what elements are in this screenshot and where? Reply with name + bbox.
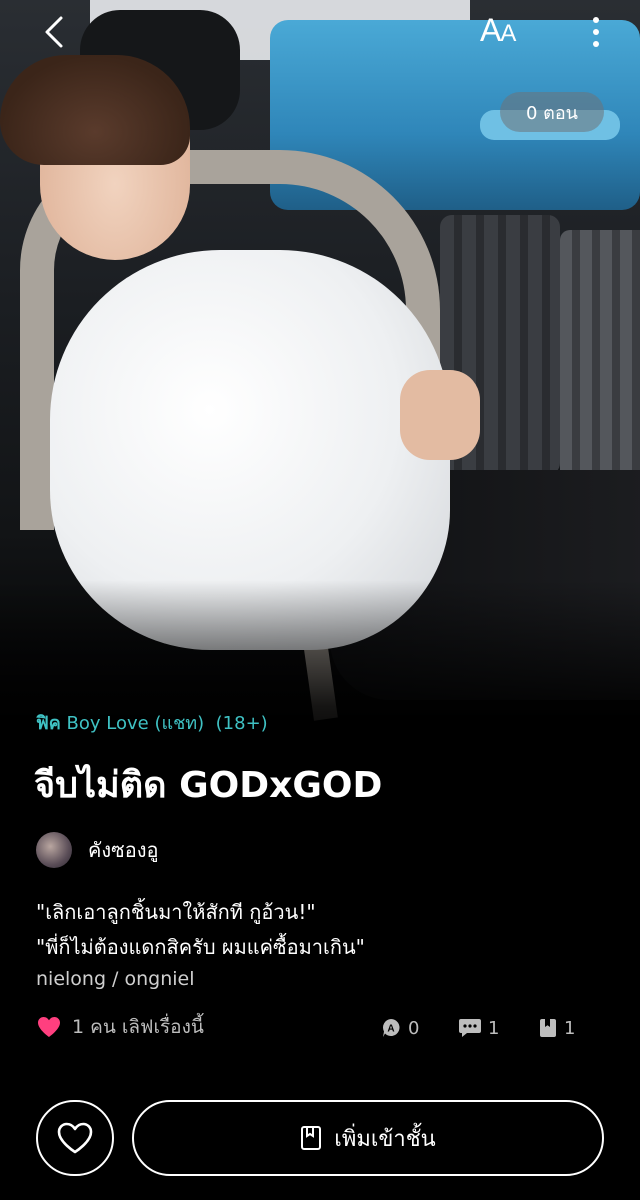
author-row[interactable]: คังซองอู <box>36 830 159 870</box>
back-button[interactable] <box>34 12 74 52</box>
svg-text:A: A <box>387 1024 394 1035</box>
font-size-label-big: A <box>480 12 501 48</box>
avatar[interactable] <box>36 832 72 868</box>
more-options-button[interactable] <box>584 12 608 52</box>
comment-stat: 1 <box>458 1012 499 1044</box>
episode-count-badge[interactable]: 0 ตอน <box>500 92 604 132</box>
chevron-left-icon <box>45 16 63 48</box>
comment-icon <box>459 1019 481 1037</box>
rating-label: (18+) <box>215 713 268 734</box>
add-to-shelf-button[interactable]: เพิ่มเข้าชั้น <box>132 1100 604 1176</box>
more-dot-icon <box>593 41 599 47</box>
bookmark-outline-icon <box>301 1126 322 1150</box>
synopsis-line-2: "พี่ก็ไม่ต้องแดกสิครับ ผมแค่ซื้อมาเกิน" <box>36 935 365 959</box>
story-title: จีบไม่ติด GODxGOD <box>34 765 383 806</box>
review-count: 0 <box>408 1017 420 1039</box>
comment-count: 1 <box>488 1017 500 1039</box>
more-dot-icon <box>593 17 599 23</box>
heart-icon <box>38 1017 60 1037</box>
heart-outline-icon <box>57 1122 93 1154</box>
like-button[interactable] <box>36 1100 114 1176</box>
synopsis-line-1: "เลิกเอาลูกชิ้นมาให้สักที กูอ้วน!" <box>36 900 316 924</box>
pairing-tags: nielong / ongniel <box>36 968 195 990</box>
review-icon: A <box>382 1019 400 1037</box>
add-to-shelf-label: เพิ่มเข้าชั้น <box>334 1126 436 1152</box>
stats-row: 1 คน เลิฟเรื่องนี้ A 0 1 1 <box>36 1012 616 1044</box>
genre-name: Boy Love <box>66 713 149 734</box>
book-icon <box>540 1019 556 1037</box>
font-size-label-small: A <box>500 20 516 47</box>
bookmark-count: 1 <box>564 1017 576 1039</box>
bookmark-stat: 1 <box>538 1012 575 1044</box>
love-count-text: 1 คน เลิฟเรื่องนี้ <box>72 1016 204 1038</box>
author-name[interactable]: คังซองอู <box>88 834 159 866</box>
review-stat: A 0 <box>380 1012 419 1044</box>
genre-type: (แชท) <box>154 713 205 734</box>
love-count: 1 คน เลิฟเรื่องนี้ <box>36 1012 204 1042</box>
font-size-button[interactable]: AA <box>480 12 516 49</box>
more-dot-icon <box>593 29 599 35</box>
genre-label: ฟิค Boy Love (แชท) (18+) <box>36 708 268 737</box>
genre-prefix: ฟิค <box>36 713 61 734</box>
